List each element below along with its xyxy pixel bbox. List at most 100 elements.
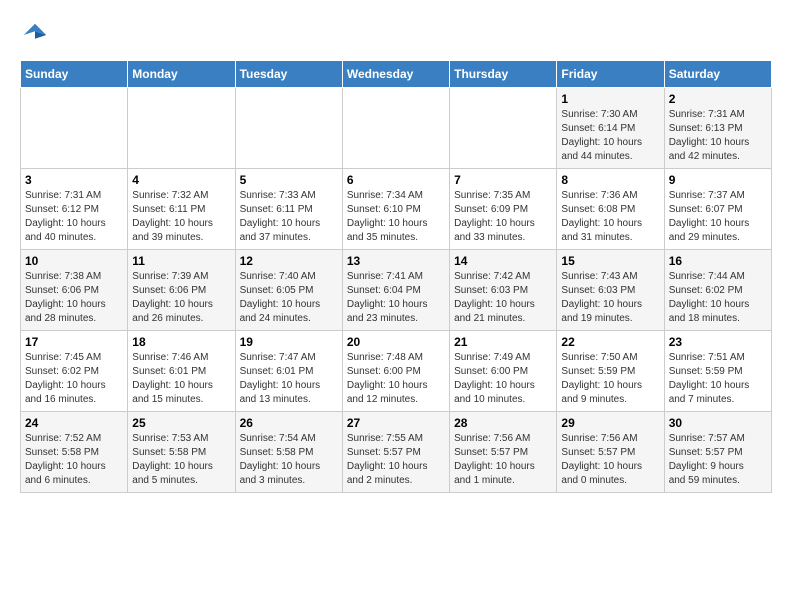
day-info: Sunrise: 7:32 AM Sunset: 6:11 PM Dayligh… <box>132 189 230 245</box>
calendar-cell: 5 Sunrise: 7:33 AM Sunset: 6:11 PM Daylig… <box>235 169 342 250</box>
day-info: Sunrise: 7:55 AM Sunset: 5:57 PM Dayligh… <box>347 432 445 488</box>
day-number: 10 <box>25 254 123 268</box>
day-info: Sunrise: 7:46 AM Sunset: 6:01 PM Dayligh… <box>132 351 230 407</box>
day-info: Sunrise: 7:56 AM Sunset: 5:57 PM Dayligh… <box>454 432 552 488</box>
day-info: Sunrise: 7:33 AM Sunset: 6:11 PM Dayligh… <box>240 189 338 245</box>
calendar-cell: 27 Sunrise: 7:55 AM Sunset: 5:57 PM Dayli… <box>342 412 449 493</box>
day-number: 2 <box>669 92 767 106</box>
day-number: 13 <box>347 254 445 268</box>
calendar-cell <box>235 88 342 169</box>
day-info: Sunrise: 7:36 AM Sunset: 6:08 PM Dayligh… <box>561 189 659 245</box>
day-number: 17 <box>25 335 123 349</box>
day-info: Sunrise: 7:31 AM Sunset: 6:13 PM Dayligh… <box>669 108 767 164</box>
day-info: Sunrise: 7:57 AM Sunset: 5:57 PM Dayligh… <box>669 432 767 488</box>
day-info: Sunrise: 7:37 AM Sunset: 6:07 PM Dayligh… <box>669 189 767 245</box>
day-number: 19 <box>240 335 338 349</box>
day-info: Sunrise: 7:45 AM Sunset: 6:02 PM Dayligh… <box>25 351 123 407</box>
day-info: Sunrise: 7:31 AM Sunset: 6:12 PM Dayligh… <box>25 189 123 245</box>
calendar-week-row: 1Sunrise: 7:30 AM Sunset: 6:14 PM Daylig… <box>21 88 772 169</box>
calendar-cell: 1Sunrise: 7:30 AM Sunset: 6:14 PM Daylig… <box>557 88 664 169</box>
logo-icon <box>20 20 50 50</box>
weekday-header: Tuesday <box>235 61 342 88</box>
day-number: 3 <box>25 173 123 187</box>
day-info: Sunrise: 7:41 AM Sunset: 6:04 PM Dayligh… <box>347 270 445 326</box>
day-info: Sunrise: 7:35 AM Sunset: 6:09 PM Dayligh… <box>454 189 552 245</box>
day-number: 14 <box>454 254 552 268</box>
calendar-cell: 30 Sunrise: 7:57 AM Sunset: 5:57 PM Dayli… <box>664 412 771 493</box>
calendar-week-row: 10 Sunrise: 7:38 AM Sunset: 6:06 PM Dayli… <box>21 250 772 331</box>
weekday-header: Sunday <box>21 61 128 88</box>
day-number: 30 <box>669 416 767 430</box>
day-info: Sunrise: 7:51 AM Sunset: 5:59 PM Dayligh… <box>669 351 767 407</box>
day-info: Sunrise: 7:52 AM Sunset: 5:58 PM Dayligh… <box>25 432 123 488</box>
day-info: Sunrise: 7:42 AM Sunset: 6:03 PM Dayligh… <box>454 270 552 326</box>
day-info: Sunrise: 7:56 AM Sunset: 5:57 PM Dayligh… <box>561 432 659 488</box>
calendar-cell: 2 Sunrise: 7:31 AM Sunset: 6:13 PM Daylig… <box>664 88 771 169</box>
calendar-cell: 9 Sunrise: 7:37 AM Sunset: 6:07 PM Daylig… <box>664 169 771 250</box>
calendar-week-row: 3 Sunrise: 7:31 AM Sunset: 6:12 PM Daylig… <box>21 169 772 250</box>
day-number: 5 <box>240 173 338 187</box>
calendar-cell: 17 Sunrise: 7:45 AM Sunset: 6:02 PM Dayli… <box>21 331 128 412</box>
day-info: Sunrise: 7:53 AM Sunset: 5:58 PM Dayligh… <box>132 432 230 488</box>
calendar-week-row: 17 Sunrise: 7:45 AM Sunset: 6:02 PM Dayli… <box>21 331 772 412</box>
day-number: 16 <box>669 254 767 268</box>
day-number: 8 <box>561 173 659 187</box>
day-number: 27 <box>347 416 445 430</box>
day-number: 9 <box>669 173 767 187</box>
day-number: 28 <box>454 416 552 430</box>
calendar-cell: 8 Sunrise: 7:36 AM Sunset: 6:08 PM Daylig… <box>557 169 664 250</box>
calendar-cell: 6 Sunrise: 7:34 AM Sunset: 6:10 PM Daylig… <box>342 169 449 250</box>
day-number: 15 <box>561 254 659 268</box>
page-header <box>20 20 772 50</box>
calendar-cell: 19Sunrise: 7:47 AM Sunset: 6:01 PM Dayli… <box>235 331 342 412</box>
day-number: 7 <box>454 173 552 187</box>
weekday-header: Wednesday <box>342 61 449 88</box>
calendar-table: SundayMondayTuesdayWednesdayThursdayFrid… <box>20 60 772 493</box>
day-number: 11 <box>132 254 230 268</box>
day-number: 18 <box>132 335 230 349</box>
day-number: 25 <box>132 416 230 430</box>
calendar-cell: 22 Sunrise: 7:50 AM Sunset: 5:59 PM Dayli… <box>557 331 664 412</box>
calendar-cell: 26 Sunrise: 7:54 AM Sunset: 5:58 PM Dayli… <box>235 412 342 493</box>
calendar-cell: 13 Sunrise: 7:41 AM Sunset: 6:04 PM Dayli… <box>342 250 449 331</box>
calendar-cell: 29Sunrise: 7:56 AM Sunset: 5:57 PM Dayli… <box>557 412 664 493</box>
calendar-cell <box>342 88 449 169</box>
day-number: 23 <box>669 335 767 349</box>
day-info: Sunrise: 7:39 AM Sunset: 6:06 PM Dayligh… <box>132 270 230 326</box>
weekday-header: Thursday <box>450 61 557 88</box>
calendar-cell: 7 Sunrise: 7:35 AM Sunset: 6:09 PM Daylig… <box>450 169 557 250</box>
day-info: Sunrise: 7:49 AM Sunset: 6:00 PM Dayligh… <box>454 351 552 407</box>
day-info: Sunrise: 7:34 AM Sunset: 6:10 PM Dayligh… <box>347 189 445 245</box>
calendar-cell: 10 Sunrise: 7:38 AM Sunset: 6:06 PM Dayli… <box>21 250 128 331</box>
calendar-cell: 25 Sunrise: 7:53 AM Sunset: 5:58 PM Dayli… <box>128 412 235 493</box>
day-number: 6 <box>347 173 445 187</box>
calendar-cell: 11 Sunrise: 7:39 AM Sunset: 6:06 PM Dayli… <box>128 250 235 331</box>
calendar-cell: 4 Sunrise: 7:32 AM Sunset: 6:11 PM Daylig… <box>128 169 235 250</box>
day-number: 24 <box>25 416 123 430</box>
calendar-cell <box>21 88 128 169</box>
calendar-cell: 20Sunrise: 7:48 AM Sunset: 6:00 PM Dayli… <box>342 331 449 412</box>
logo <box>20 20 54 50</box>
calendar-cell <box>128 88 235 169</box>
calendar-header-row: SundayMondayTuesdayWednesdayThursdayFrid… <box>21 61 772 88</box>
day-number: 21 <box>454 335 552 349</box>
day-info: Sunrise: 7:38 AM Sunset: 6:06 PM Dayligh… <box>25 270 123 326</box>
day-info: Sunrise: 7:30 AM Sunset: 6:14 PM Dayligh… <box>561 108 659 164</box>
day-info: Sunrise: 7:54 AM Sunset: 5:58 PM Dayligh… <box>240 432 338 488</box>
calendar-cell: 24 Sunrise: 7:52 AM Sunset: 5:58 PM Dayli… <box>21 412 128 493</box>
calendar-cell: 12Sunrise: 7:40 AM Sunset: 6:05 PM Dayli… <box>235 250 342 331</box>
weekday-header: Friday <box>557 61 664 88</box>
day-number: 26 <box>240 416 338 430</box>
day-number: 20 <box>347 335 445 349</box>
calendar-cell: 14 Sunrise: 7:42 AM Sunset: 6:03 PM Dayli… <box>450 250 557 331</box>
calendar-cell: 15Sunrise: 7:43 AM Sunset: 6:03 PM Dayli… <box>557 250 664 331</box>
calendar-cell <box>450 88 557 169</box>
calendar-cell: 23 Sunrise: 7:51 AM Sunset: 5:59 PM Dayli… <box>664 331 771 412</box>
day-info: Sunrise: 7:44 AM Sunset: 6:02 PM Dayligh… <box>669 270 767 326</box>
calendar-cell: 16 Sunrise: 7:44 AM Sunset: 6:02 PM Dayli… <box>664 250 771 331</box>
day-number: 4 <box>132 173 230 187</box>
weekday-header: Monday <box>128 61 235 88</box>
day-info: Sunrise: 7:50 AM Sunset: 5:59 PM Dayligh… <box>561 351 659 407</box>
day-number: 22 <box>561 335 659 349</box>
calendar-cell: 18 Sunrise: 7:46 AM Sunset: 6:01 PM Dayli… <box>128 331 235 412</box>
